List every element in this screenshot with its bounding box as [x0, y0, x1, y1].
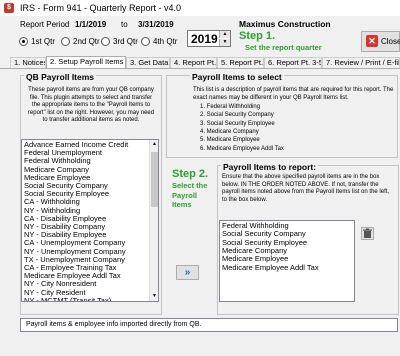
close-button[interactable]: ✕ Close — [361, 31, 400, 52]
status-text: Payroll items & employee info imported d… — [26, 321, 202, 328]
double-arrow-right-icon: » — [184, 267, 191, 278]
report-items-description: Ensure that the above specified payroll … — [222, 174, 390, 203]
radio-icon[interactable] — [101, 37, 110, 46]
step1-subtitle: Set the report quarter — [245, 43, 322, 52]
tab-strip: 1. Notices 2. Setup Payroll Items 3. Get… — [0, 56, 400, 69]
status-box: Payroll items & employee info imported d… — [20, 318, 398, 332]
tab-notices[interactable]: 1. Notices — [10, 57, 46, 68]
tab-report-pt3-5[interactable]: 6. Report Pt. 3-5 — [264, 57, 322, 68]
period-end: 3/31/2019 — [138, 20, 174, 29]
qb-list-scrollbar[interactable]: ▲ ▼ — [149, 140, 158, 301]
report-items-title: Payroll Items to report: — [221, 162, 319, 172]
select-items-description: This list is a description of payroll it… — [193, 87, 394, 101]
list-item: 2. Social Security Company — [200, 112, 274, 119]
scroll-down-icon[interactable]: ▼ — [152, 293, 157, 299]
close-label: Close — [381, 37, 400, 46]
period-separator: to — [121, 20, 128, 29]
tab-report-pt1[interactable]: 4. Report Pt. 1 — [170, 57, 217, 68]
spin-up-icon[interactable]: ▲ — [219, 31, 230, 38]
list-item: 1. Federal Withholding — [200, 104, 261, 110]
scroll-up-icon[interactable]: ▲ — [152, 141, 157, 147]
report-items-list[interactable]: Federal Withholding Social Security Compa… — [219, 220, 355, 302]
year-spinner[interactable]: 2019 ▲ ▼ — [187, 30, 231, 47]
company-name: Maximus Construction — [239, 19, 331, 29]
irs-app-icon: $ — [4, 3, 14, 13]
step2-title: Step 2. — [172, 168, 209, 180]
tab-get-data[interactable]: 3. Get Data — [126, 57, 170, 68]
tab-review-print-efile[interactable]: 7. Review / Print / E-file — [322, 57, 400, 68]
radio-icon[interactable] — [19, 37, 28, 46]
list-item: 4. Medicare Company — [200, 128, 259, 135]
list-item: 3. Social Security Employee — [200, 120, 275, 127]
list-item: 6. Medicare Employee Addl Tax — [200, 145, 284, 152]
qb-items-description: These payroll items are from your QB com… — [27, 87, 155, 123]
radio-icon[interactable] — [141, 37, 150, 46]
list-item[interactable]: Medicare Employee Addl Tax — [220, 263, 319, 272]
transfer-right-button[interactable]: » — [176, 265, 199, 280]
step2-subtitle: Select the Payroll Items — [172, 181, 208, 209]
qb-items-list[interactable]: Advance Earned Income Credit Federal Unem… — [21, 139, 159, 302]
step1-title: Step 1. — [239, 30, 276, 42]
report-period-label: Report Period — [20, 20, 70, 29]
year-value[interactable]: 2019 — [191, 32, 218, 46]
period-start: 1/1/2019 — [75, 20, 107, 29]
trash-icon — [363, 228, 372, 238]
select-items-title: Payroll Items to select — [190, 72, 284, 82]
remove-item-button[interactable] — [361, 227, 374, 240]
close-icon: ✕ — [366, 35, 378, 47]
window-title: IRS - Form 941 - Quarterly Report - v4.0 — [20, 3, 182, 13]
list-item: 5. Medicare Employee — [200, 137, 260, 144]
tab-report-pt2[interactable]: 5. Report Pt. 2 — [217, 57, 264, 68]
spin-down-icon[interactable]: ▼ — [219, 39, 230, 46]
qb-items-title: QB Payroll Items — [24, 72, 97, 82]
scroll-thumb[interactable] — [151, 152, 158, 207]
title-bar: $ IRS - Form 941 - Quarterly Report - v4… — [0, 0, 400, 16]
radio-icon[interactable] — [61, 37, 70, 46]
list-item[interactable]: NY - MCTMT (Transit Tax) — [22, 296, 111, 301]
